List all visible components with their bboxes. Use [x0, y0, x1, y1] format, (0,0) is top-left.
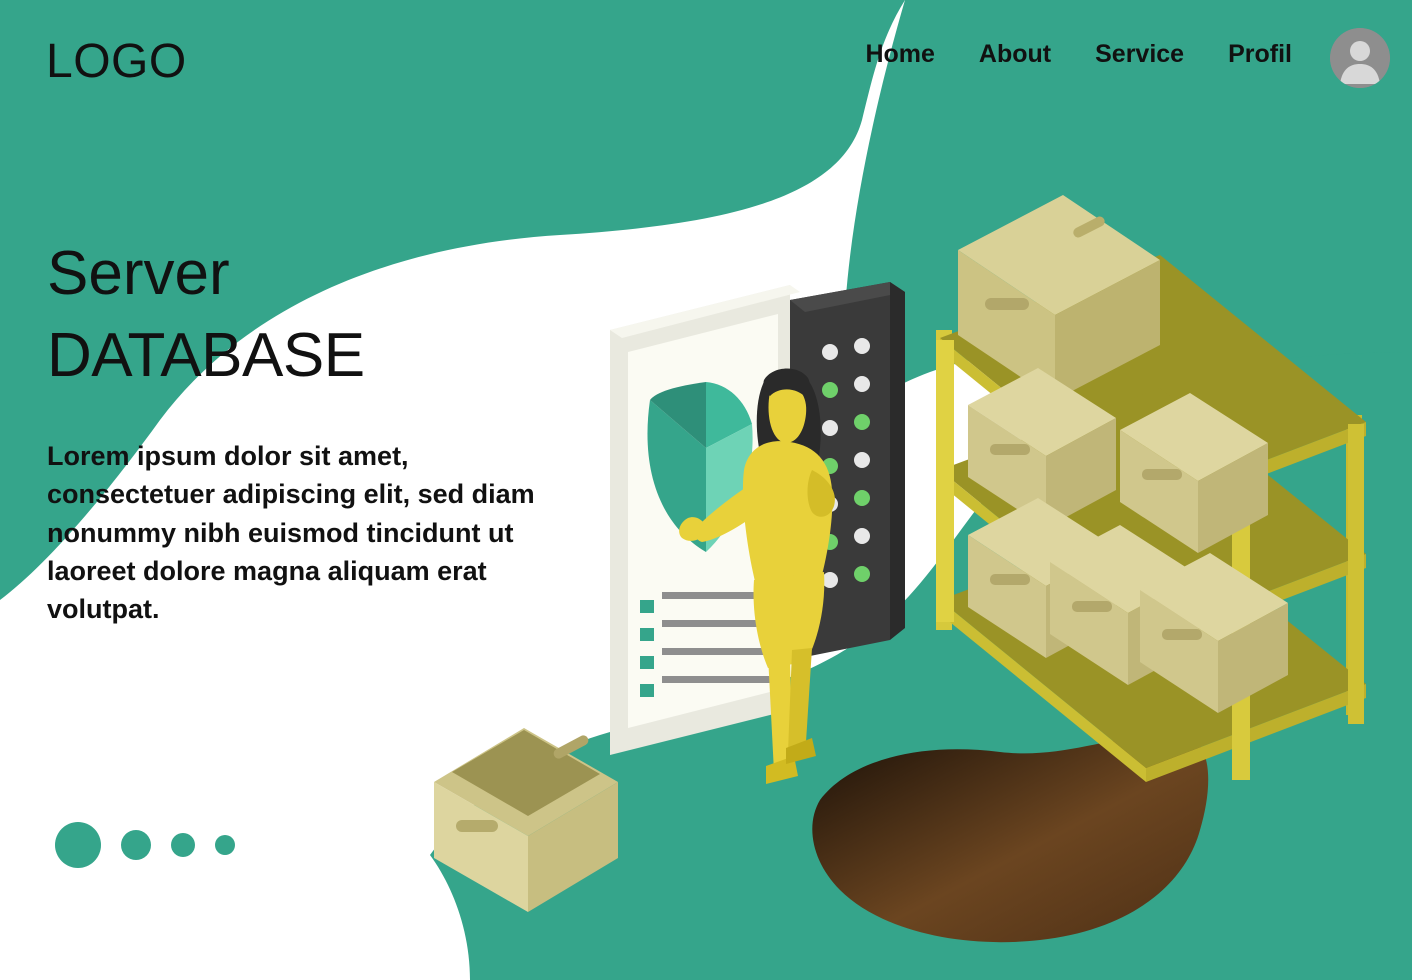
page-title-line1: Server [47, 239, 230, 308]
nav-item-home[interactable]: Home [865, 40, 934, 69]
user-avatar-icon[interactable] [1330, 28, 1390, 88]
page-root: LOGO Home About Service Profil Server DA… [0, 0, 1412, 980]
pagination-dots [55, 822, 235, 868]
teal-shape-bottom [430, 352, 1412, 980]
pagination-dot-1[interactable] [55, 822, 101, 868]
hero-paragraph: Lorem ipsum dolor sit amet, consectetuer… [47, 441, 535, 625]
pagination-dot-4[interactable] [215, 835, 235, 855]
page-title-line2: DATABASE [47, 321, 365, 390]
avatar-glyph [1330, 28, 1390, 88]
pagination-dot-3[interactable] [171, 833, 195, 857]
logo[interactable]: LOGO [46, 34, 187, 89]
nav-item-about[interactable]: About [979, 40, 1051, 69]
nav-item-profil[interactable]: Profil [1228, 40, 1292, 69]
nav-item-service[interactable]: Service [1095, 40, 1184, 69]
pagination-dot-2[interactable] [121, 830, 151, 860]
main-navigation: Home About Service Profil [865, 40, 1292, 69]
